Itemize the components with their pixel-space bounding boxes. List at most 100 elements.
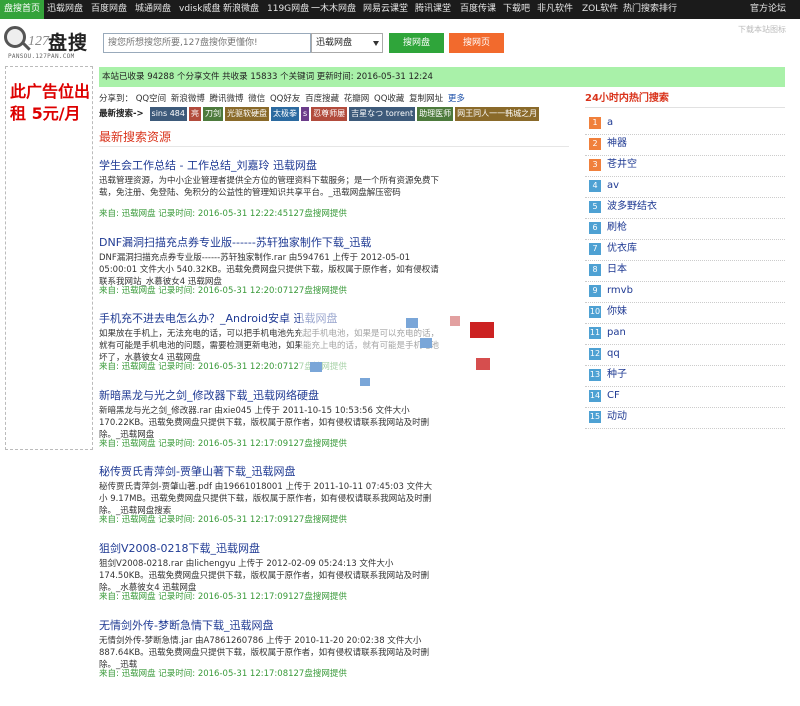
- search-disk-button[interactable]: 搜网盘: [389, 33, 444, 53]
- result-item: 新暗黑龙与光之剑_修改器下载_迅载网络硬盘 新暗黑龙与光之剑_修改器.rar 由…: [99, 388, 439, 465]
- latest-tag[interactable]: 太极拳: [270, 107, 299, 121]
- result-desc: 狙剑V2008-0218.rar 由lichengyu 上传于 2012-02-…: [99, 558, 430, 593]
- latest-tag[interactable]: 忍尊师屡: [311, 107, 348, 121]
- share-qq-fav[interactable]: QQ收藏: [374, 94, 404, 104]
- share-more[interactable]: 更多: [448, 94, 465, 104]
- hot-search-title: 24小时内热门搜索: [585, 90, 785, 108]
- hot-search-item[interactable]: 2 神器: [585, 135, 785, 156]
- hot-search-label: 动动: [607, 411, 627, 422]
- nav-item-feifan[interactable]: 非凡软件: [537, 0, 573, 19]
- result-desc: 迅载管理资源，为中小企业管理者提供全方位的管理资料下载服务；是一个所有资源免费下…: [99, 176, 439, 198]
- save-desktop-link[interactable]: 下载本站图标: [738, 24, 786, 35]
- share-qq-friend[interactable]: QQ好友: [270, 94, 300, 104]
- hot-search-item[interactable]: 7 优衣库: [585, 240, 785, 261]
- rank-badge: 10: [589, 306, 601, 318]
- nav-item-hot-rank[interactable]: 热门搜索排行: [623, 0, 677, 19]
- nav-item-xiazaiba[interactable]: 下载吧: [503, 0, 530, 19]
- hot-search-label: 你妹: [607, 306, 627, 317]
- hot-search-label: 苍井空: [607, 159, 637, 170]
- nav-forum-link[interactable]: 官方论坛: [750, 0, 786, 19]
- rank-badge: 12: [589, 348, 601, 360]
- hot-search-item[interactable]: 3 苍井空: [585, 156, 785, 177]
- hot-search-label: rmvb: [607, 285, 633, 296]
- result-meta: 来自: 迅载网盘 记录时间: 2016-05-31 12:17:09127盘搜网…: [99, 591, 347, 602]
- share-huaban[interactable]: 花瓣网: [344, 94, 370, 104]
- search-web-button[interactable]: 搜网页: [449, 33, 504, 53]
- nav-item-zol[interactable]: ZOL软件: [582, 0, 618, 19]
- result-meta: 来自: 迅载网盘 记录时间: 2016-05-31 12:17:09127盘搜网…: [99, 515, 347, 526]
- hot-search-item[interactable]: 6 刷枪: [585, 219, 785, 240]
- result-item: 狙剑V2008-0218下载_迅载网盘 狙剑V2008-0218.rar 由li…: [99, 541, 439, 618]
- result-title[interactable]: 狙剑V2008-0218下载_迅载网盘: [99, 541, 439, 556]
- latest-tag[interactable]: sins 484: [149, 107, 187, 121]
- nav-item-baidu[interactable]: 百度网盘: [91, 0, 127, 19]
- result-meta: 来自: 迅载网盘 记录时间: 2016-05-31 12:20:07127盘搜网…: [99, 362, 347, 373]
- result-meta: 来自: 迅载网盘 记录时间: 2016-05-31 12:17:09127盘搜网…: [99, 438, 347, 449]
- result-desc: 无情剑外传-梦断急情.jar 由A7861260786 上传于 2010-11-…: [99, 635, 430, 670]
- hot-search-item[interactable]: 12 qq: [585, 345, 785, 366]
- share-weibo[interactable]: 新浪微博: [171, 94, 205, 104]
- nav-item-119g[interactable]: 119G网盘: [267, 0, 309, 19]
- nav-item-chuanke[interactable]: 百度传课: [460, 0, 496, 19]
- logo-number: 127: [28, 34, 49, 49]
- nav-item-163study[interactable]: 网易云课堂: [363, 0, 408, 19]
- rank-badge: 15: [589, 411, 601, 423]
- result-title[interactable]: 手机充不进去电怎么办？_Android安卓 迅载网盘: [99, 311, 439, 326]
- latest-tag[interactable]: 光驱软硬盘: [224, 107, 269, 121]
- ad-slot[interactable]: 此广告位出租 5元/月: [5, 66, 93, 450]
- hot-search-item[interactable]: 5 波多野结衣: [585, 198, 785, 219]
- hot-search-item[interactable]: 10 你妹: [585, 303, 785, 324]
- latest-tag[interactable]: 助理医师: [417, 107, 454, 121]
- hot-search-label: a: [607, 117, 614, 128]
- hot-search-item[interactable]: 8 日本: [585, 261, 785, 282]
- result-title[interactable]: 无情剑外传-梦断急情下载_迅载网盘: [99, 618, 439, 633]
- nav-item-chengtong[interactable]: 城通网盘: [135, 0, 171, 19]
- ad-text: 此广告位出租 5元/月: [10, 82, 91, 123]
- rank-badge: 11: [589, 327, 601, 339]
- result-desc: 新暗黑龙与光之剑_修改器.rar 由xie045 上传于 2011-10-15 …: [99, 405, 430, 440]
- disk-select[interactable]: 迅载网盘: [311, 33, 383, 53]
- hot-search-label: 神器: [607, 138, 627, 149]
- hot-search-item[interactable]: 15 动动: [585, 408, 785, 429]
- result-title[interactable]: DNF漏洞扫描充点券专业版------苏轩独家制作下载_迅载: [99, 235, 439, 250]
- search-input[interactable]: [103, 33, 311, 53]
- nav-item-xunzai[interactable]: 迅载网盘: [47, 0, 83, 19]
- rank-badge: 9: [589, 285, 601, 297]
- hot-search-item[interactable]: 14 CF: [585, 387, 785, 408]
- share-copy-url[interactable]: 复制网址: [409, 94, 443, 104]
- hot-search-list: 1 a 2 神器 3 苍井空 4 av 5 波多野结衣 6 刷枪 7 优衣库 8 日本 9 rmvb 10 你妹 11 p…: [585, 114, 785, 429]
- nav-item-vdisk[interactable]: vdisk威盘: [179, 0, 220, 19]
- nav-item-sina[interactable]: 新浪微盘: [223, 0, 259, 19]
- share-wechat[interactable]: 微信: [248, 94, 265, 104]
- result-title[interactable]: 新暗黑龙与光之剑_修改器下载_迅载网络硬盘: [99, 388, 439, 403]
- latest-tag[interactable]: 网王同人一一韩城之月: [455, 107, 540, 121]
- latest-tag[interactable]: 亮: [188, 107, 201, 121]
- nav-item-yimumu[interactable]: 一木木网盘: [311, 0, 356, 19]
- nav-item-home[interactable]: 盘搜首页: [0, 0, 45, 19]
- hot-search-label: 日本: [607, 264, 627, 275]
- hot-search-item[interactable]: 1a: [585, 114, 785, 135]
- results-list: 学生会工作总结 - 工作总结_刘嘉玲 迅载网盘 迅载管理资源，为中小企业管理者提…: [99, 158, 439, 694]
- hot-search-label: 波多野结衣: [607, 201, 657, 212]
- latest-tag[interactable]: 刀剑: [202, 107, 223, 121]
- result-title[interactable]: 学生会工作总结 - 工作总结_刘嘉玲 迅载网盘: [99, 158, 439, 173]
- magnifier-icon: [4, 26, 26, 48]
- hot-search-label: CF: [607, 390, 620, 401]
- latest-label: 最新搜索->: [99, 109, 144, 119]
- site-logo[interactable]: 127 盘搜 PANSOU.127PAN.COM: [4, 24, 96, 62]
- hot-search-item[interactable]: 9 rmvb: [585, 282, 785, 303]
- hot-search-label: av: [607, 180, 620, 191]
- stats-bar: 本站已收录 94288 个分享文件 共收录 15833 个关键词 更新时间: 2…: [99, 67, 785, 87]
- hot-search-item[interactable]: 11 pan: [585, 324, 785, 345]
- latest-tag[interactable]: s: [300, 107, 310, 121]
- rank-badge: 4: [589, 180, 601, 192]
- hot-search-item[interactable]: 4 av: [585, 177, 785, 198]
- latest-tag[interactable]: 吉星なつ torrent: [349, 107, 416, 121]
- hot-search-item[interactable]: 13 种子: [585, 366, 785, 387]
- nav-item-tencent[interactable]: 腾讯课堂: [415, 0, 451, 19]
- share-tweibo[interactable]: 腾讯微博: [210, 94, 244, 104]
- result-title[interactable]: 秘传贾氏青萍剑-贾肇山著下载_迅载网盘: [99, 464, 439, 479]
- share-baidu[interactable]: 百度搜藏: [305, 94, 339, 104]
- share-qzone[interactable]: QQ空间: [136, 94, 166, 104]
- latest-searches: 最新搜索-> sins 484 亮刀剑 光驱软硬盘 太极拳 s 忍尊师屡 吉星なつ torr…: [99, 107, 569, 121]
